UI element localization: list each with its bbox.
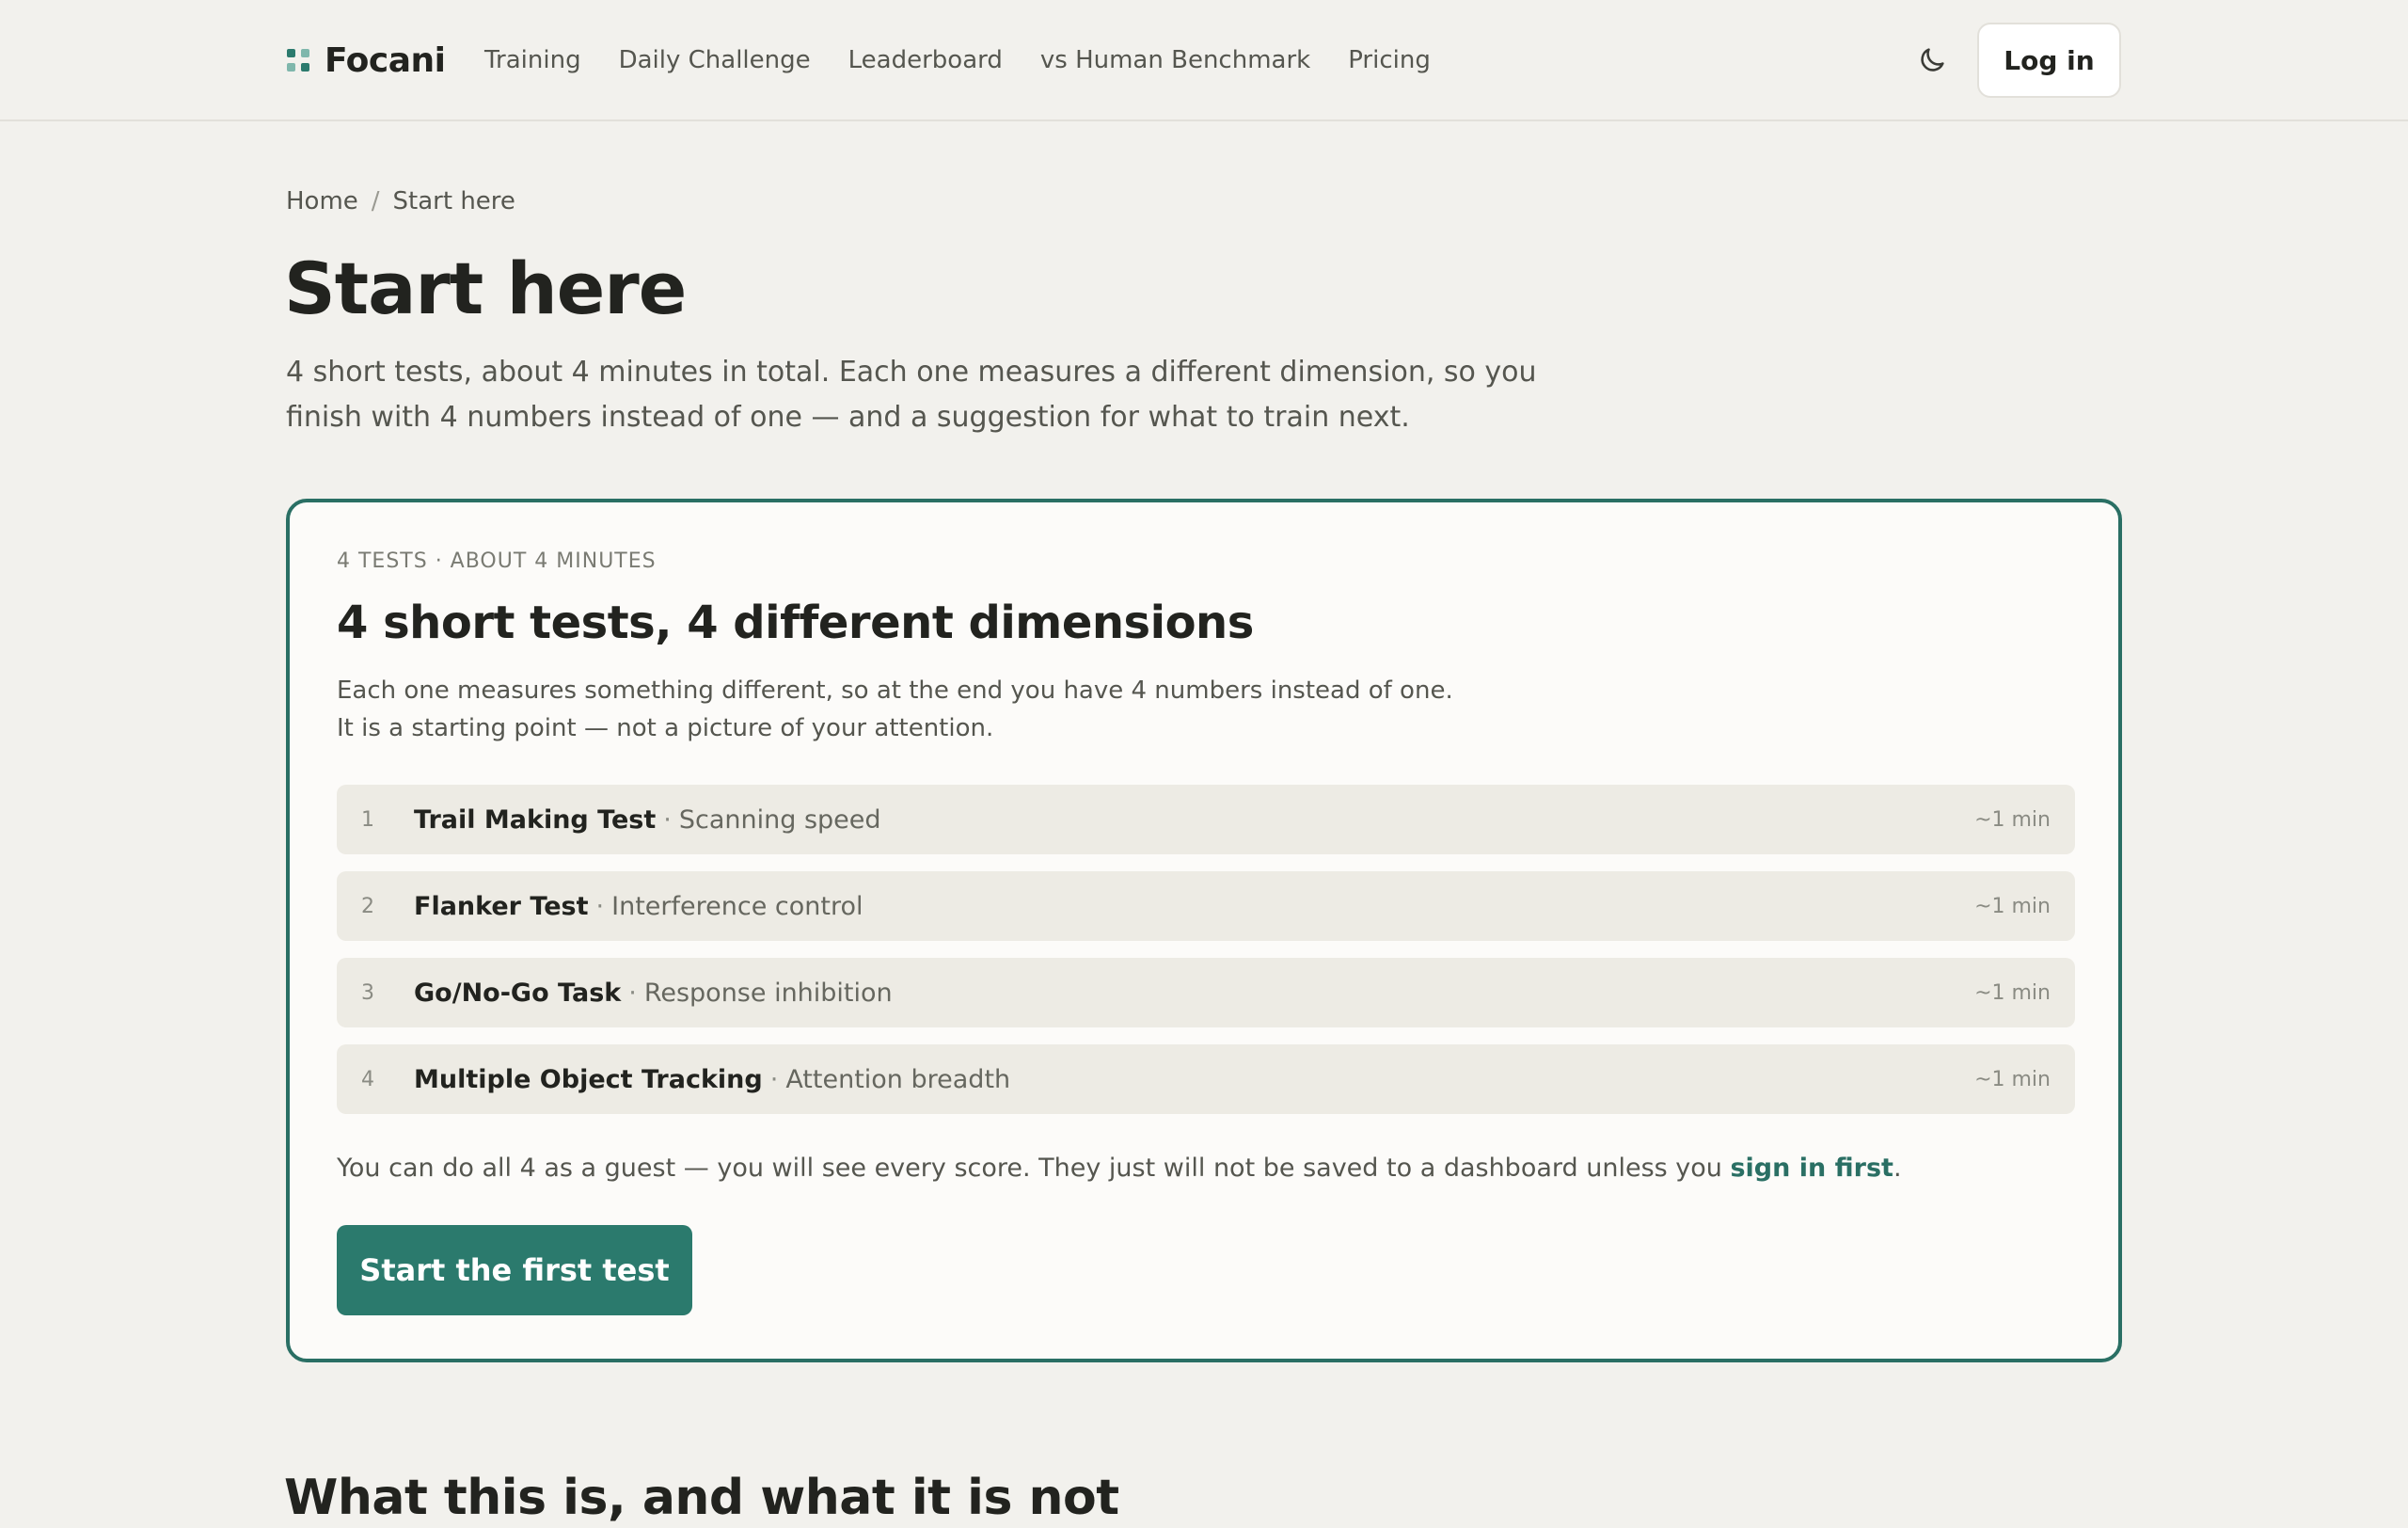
- nav-link-training[interactable]: Training: [484, 46, 581, 74]
- nav-link-leaderboard[interactable]: Leaderboard: [848, 46, 1003, 74]
- sign-in-first-link[interactable]: sign in first: [1730, 1154, 1893, 1183]
- breadcrumb-current: Start here: [392, 187, 515, 215]
- test-name: Trail Making Test: [414, 804, 657, 835]
- test-duration: ~1 min: [1974, 894, 2051, 918]
- nav-link-vs-human-benchmark[interactable]: vs Human Benchmark: [1040, 46, 1310, 74]
- brand-logo-link[interactable]: Focani: [287, 36, 446, 85]
- theme-toggle-button[interactable]: [1910, 39, 1954, 82]
- test-separator: ·: [663, 804, 672, 835]
- card-description: Each one measures something different, s…: [337, 676, 1453, 742]
- test-name: Go/No-Go Task: [414, 978, 622, 1008]
- page-title: Start here: [284, 247, 687, 330]
- start-first-test-button[interactable]: Start the first test: [337, 1225, 692, 1315]
- test-duration: ~1 min: [1974, 807, 2051, 832]
- test-row-trail-making[interactable]: 1 Trail Making Test · Scanning speed ~1 …: [337, 785, 2075, 854]
- top-navigation-bar: Focani Training Daily Challenge Leaderbo…: [0, 0, 2408, 121]
- guest-note-text: You can do all 4 as a guest — you will s…: [337, 1154, 1731, 1183]
- brand-name: Focani: [325, 40, 446, 80]
- test-number: 1: [361, 807, 374, 832]
- tests-overview-card: 4 TESTS · ABOUT 4 MINUTES 4 short tests,…: [286, 499, 2122, 1362]
- guest-note: You can do all 4 as a guest — you will s…: [337, 1150, 2086, 1187]
- breadcrumb-separator: /: [371, 187, 380, 215]
- test-dimension: Attention breadth: [785, 1064, 1011, 1094]
- test-list: 1 Trail Making Test · Scanning speed ~1 …: [337, 785, 2075, 1114]
- test-separator: ·: [628, 978, 637, 1008]
- test-name: Multiple Object Tracking: [414, 1064, 763, 1094]
- card-title: 4 short tests, 4 different dimensions: [337, 597, 1254, 649]
- section-heading-what-this-is: What this is, and what it is not: [284, 1470, 1119, 1526]
- moon-icon: [1921, 48, 1944, 72]
- card-eyebrow: 4 TESTS · ABOUT 4 MINUTES: [337, 549, 657, 573]
- test-dimension: Response inhibition: [643, 978, 893, 1008]
- test-dimension: Interference control: [611, 891, 863, 921]
- test-number: 2: [361, 894, 374, 918]
- test-duration: ~1 min: [1974, 980, 2051, 1005]
- test-duration: ~1 min: [1974, 1067, 2051, 1091]
- test-row-multiple-object-tracking[interactable]: 4 Multiple Object Tracking · Attention b…: [337, 1044, 2075, 1114]
- test-number: 4: [361, 1067, 374, 1091]
- guest-note-end: .: [1893, 1154, 1902, 1183]
- login-button[interactable]: Log in: [1977, 23, 2121, 98]
- breadcrumb-home-link[interactable]: Home: [286, 187, 358, 215]
- test-separator: ·: [595, 891, 605, 921]
- test-row-flanker[interactable]: 2 Flanker Test · Interference control ~1…: [337, 871, 2075, 941]
- test-row-go-no-go[interactable]: 3 Go/No-Go Task · Response inhibition ~1…: [337, 958, 2075, 1027]
- brand-logo-icon: [287, 49, 309, 72]
- nav-link-daily-challenge[interactable]: Daily Challenge: [619, 46, 811, 74]
- page-subtitle: 4 short tests, about 4 minutes in total.…: [286, 356, 1537, 434]
- test-separator: ·: [769, 1064, 779, 1094]
- test-number: 3: [361, 980, 374, 1005]
- nav-link-pricing[interactable]: Pricing: [1348, 46, 1431, 74]
- test-dimension: Scanning speed: [678, 804, 881, 835]
- main-nav: Training Daily Challenge Leaderboard vs …: [484, 38, 1431, 83]
- test-name: Flanker Test: [414, 891, 589, 921]
- breadcrumb: Home / Start here: [286, 184, 515, 218]
